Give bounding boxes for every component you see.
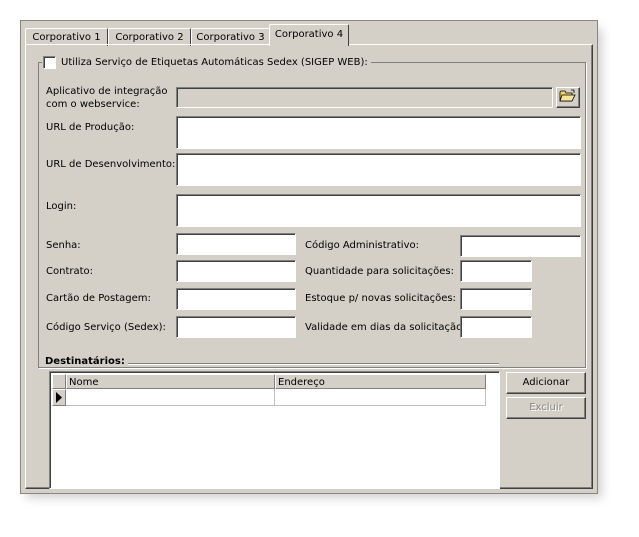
url-producao-input[interactable] xyxy=(176,116,581,149)
grid-indicator-header xyxy=(52,374,66,389)
contrato-label: Contrato: xyxy=(46,266,94,277)
senha-label: Senha: xyxy=(46,240,81,251)
validade-solicitacao-input[interactable] xyxy=(460,316,532,338)
destinatarios-grid[interactable]: Nome Endereço xyxy=(49,371,500,489)
dialog-window: Corporativo 1 Corporativo 2 Corporativo … xyxy=(21,21,597,493)
url-desenvolvimento-input[interactable] xyxy=(176,153,581,186)
tab-corporativo-4[interactable]: Corporativo 4 xyxy=(269,24,349,46)
codigo-administrativo-input[interactable] xyxy=(460,235,581,257)
estoque-solicitacoes-label: Estoque p/ novas solicitações: xyxy=(305,293,456,304)
app-integration-input[interactable] xyxy=(176,87,553,108)
login-label: Login: xyxy=(46,201,77,212)
sigep-checkbox[interactable] xyxy=(43,55,56,69)
url-desenvolvimento-label: URL de Desenvolvimento: xyxy=(46,159,176,170)
excluir-button[interactable]: Excluir xyxy=(506,397,586,419)
quantidade-solicitacoes-input[interactable] xyxy=(460,260,532,282)
sigep-checkbox-label: Utiliza Serviço de Etiquetas Automáticas… xyxy=(61,56,368,68)
browse-button[interactable] xyxy=(556,87,580,108)
login-input[interactable] xyxy=(176,194,581,227)
app-integration-label-line2: com o webservice: xyxy=(46,99,140,110)
folder-open-icon xyxy=(559,89,577,106)
grid-row-indicator xyxy=(52,389,66,406)
destinatarios-divider xyxy=(121,363,499,365)
codigo-administrativo-label: Código Administrativo: xyxy=(305,240,419,251)
senha-input[interactable] xyxy=(176,233,296,255)
row-pointer-icon xyxy=(55,392,63,406)
codigo-servico-input[interactable] xyxy=(176,316,296,338)
sigep-groupbox: Aplicativo de integração com o webservic… xyxy=(38,62,586,368)
quantidade-solicitacoes-label: Quantidade para solicitações: xyxy=(305,266,454,277)
cartao-postagem-label: Cartão de Postagem: xyxy=(46,293,151,304)
estoque-solicitacoes-input[interactable] xyxy=(460,288,532,310)
grid-cell-endereco[interactable] xyxy=(275,389,486,406)
cartao-postagem-input[interactable] xyxy=(176,288,296,310)
tab-panel-corporativo-4: Aplicativo de integração com o webservic… xyxy=(25,44,593,489)
codigo-servico-label: Código Serviço (Sedex): xyxy=(46,322,166,333)
contrato-input[interactable] xyxy=(176,260,296,282)
adicionar-button[interactable]: Adicionar xyxy=(506,372,586,394)
validade-solicitacao-label: Validade em dias da solicitação: xyxy=(305,322,466,333)
destinatarios-title: Destinatários: xyxy=(45,356,128,367)
app-integration-label-line1: Aplicativo de integração xyxy=(46,86,168,97)
sigep-checkbox-row[interactable]: Utiliza Serviço de Etiquetas Automáticas… xyxy=(42,55,371,69)
grid-cell-nome[interactable] xyxy=(66,389,275,406)
url-producao-label: URL de Produção: xyxy=(46,122,135,133)
grid-header-endereco[interactable]: Endereço xyxy=(275,374,486,389)
grid-header-nome[interactable]: Nome xyxy=(66,374,275,389)
